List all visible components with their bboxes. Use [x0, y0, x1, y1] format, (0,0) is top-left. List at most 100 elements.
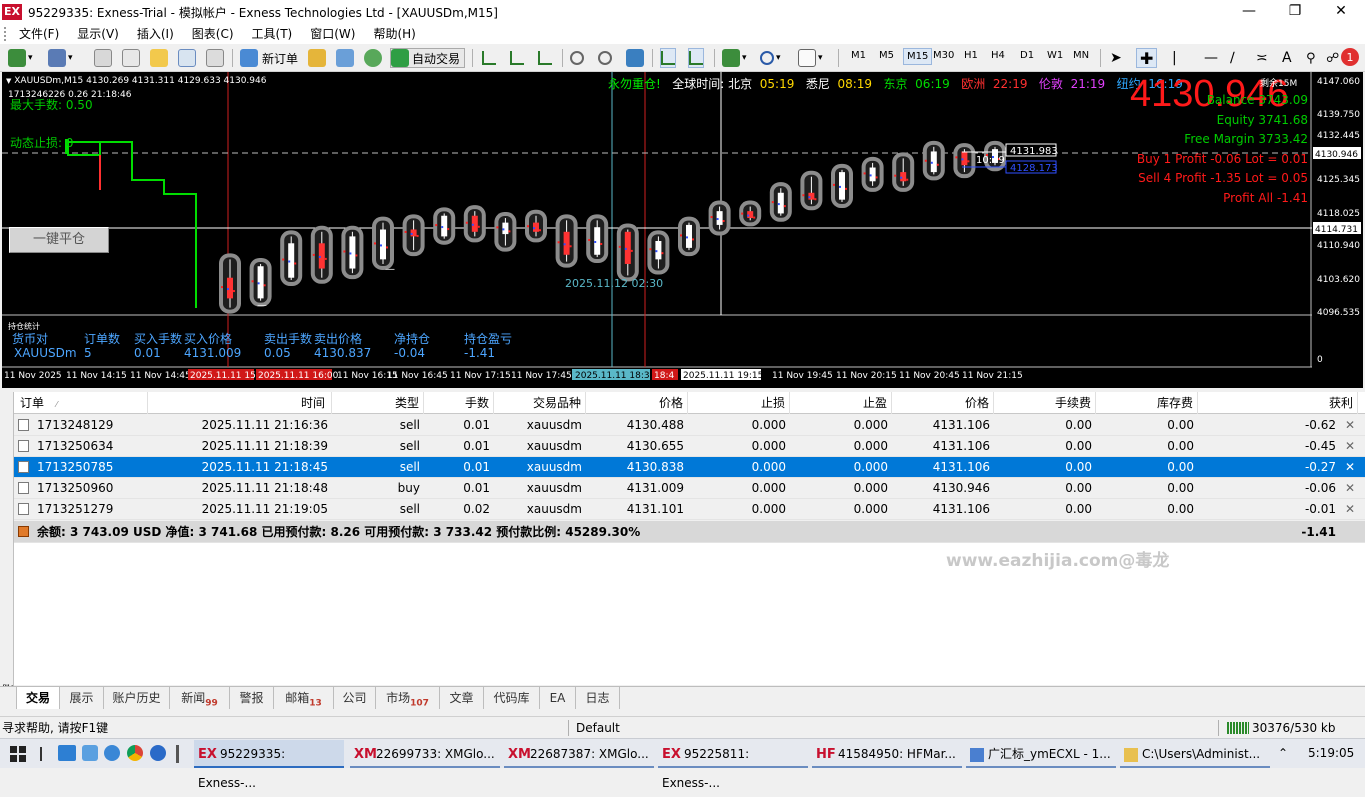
- navigator-button[interactable]: [150, 48, 168, 68]
- new-chart-button[interactable]: ▾: [8, 48, 33, 68]
- tab-articles[interactable]: 文章: [440, 687, 484, 709]
- chart-area[interactable]: — — 4131.983 4128.173 10:49 2025.11.12 0…: [2, 72, 1363, 388]
- chrome-icon[interactable]: [127, 745, 143, 761]
- tf-h1-button[interactable]: H1: [964, 50, 978, 61]
- notification-badge[interactable]: 1: [1341, 48, 1359, 66]
- tab-alerts[interactable]: 警报: [230, 687, 274, 709]
- menu-view[interactable]: 显示(V): [68, 24, 128, 44]
- taskbar-item[interactable]: EX 95225811: Exness-...: [658, 740, 808, 790]
- explorer-app-icon[interactable]: [82, 745, 98, 761]
- restore-icon[interactable]: ❐: [1272, 0, 1318, 24]
- templates-button[interactable]: ▾: [798, 48, 823, 68]
- tile-windows-button[interactable]: [626, 48, 644, 68]
- tab-trade[interactable]: 交易: [16, 687, 60, 709]
- taskbar-item[interactable]: HF 41584950: HFMar...: [812, 740, 962, 768]
- signals-button[interactable]: [364, 48, 382, 68]
- taskbar-item[interactable]: 广汇标_ymECXL - 1...: [966, 740, 1116, 768]
- tray-expand-icon[interactable]: ⌃: [1278, 746, 1288, 760]
- trade-row[interactable]: 1713250960 2025.11.11 21:18:48 buy 0.01 xauu…: [0, 478, 1365, 499]
- minimize-icon[interactable]: —: [1226, 0, 1272, 24]
- col-commission[interactable]: 手续费: [994, 392, 1096, 414]
- vertical-line-button[interactable]: |: [1172, 48, 1177, 68]
- app-icon[interactable]: [150, 745, 166, 761]
- menu-help[interactable]: 帮助(H): [364, 24, 424, 44]
- menu-file[interactable]: 文件(F): [10, 24, 68, 44]
- crosshair-button[interactable]: ✚: [1136, 48, 1158, 68]
- col-profit[interactable]: 获利: [1198, 392, 1358, 414]
- menu-insert[interactable]: 插入(I): [128, 24, 183, 44]
- channel-button[interactable]: ≍: [1256, 48, 1268, 68]
- col-current-price[interactable]: 价格: [892, 392, 994, 414]
- tf-mn-button[interactable]: MN: [1073, 50, 1089, 61]
- cursor-button[interactable]: ➤: [1110, 48, 1122, 68]
- col-stoploss[interactable]: 止损: [688, 392, 790, 414]
- close-order-icon[interactable]: ✕: [1343, 436, 1357, 457]
- trade-row[interactable]: 1713250634 2025.11.11 21:18:39 sell 0.01 xau…: [0, 436, 1365, 457]
- candle-chart-button[interactable]: [510, 48, 524, 68]
- windows-start-icon[interactable]: [10, 746, 26, 762]
- zoom-in-button[interactable]: [570, 48, 584, 68]
- trade-row[interactable]: 1713251279 2025.11.11 21:19:05 sell 0.02 xau…: [0, 499, 1365, 520]
- col-swap[interactable]: 库存费: [1096, 392, 1198, 414]
- col-order[interactable]: 订单 ⁄: [14, 392, 148, 414]
- auto-trading-button[interactable]: 自动交易: [390, 48, 466, 68]
- tf-m5-button[interactable]: M5: [879, 50, 894, 61]
- terminal-button[interactable]: [178, 48, 196, 68]
- new-order-button[interactable]: 新订单: [240, 48, 298, 68]
- tab-market[interactable]: 市场107: [376, 687, 440, 709]
- close-icon[interactable]: ✕: [1318, 0, 1364, 24]
- text-tool-button[interactable]: A: [1282, 48, 1292, 68]
- col-type[interactable]: 类型: [332, 392, 424, 414]
- market-button[interactable]: [336, 48, 354, 68]
- tf-m15-button[interactable]: M15: [903, 48, 933, 65]
- tester-button[interactable]: [206, 48, 224, 68]
- tab-journal[interactable]: 日志: [576, 687, 620, 709]
- tab-exposure[interactable]: 展示: [60, 687, 104, 709]
- taskbar-item[interactable]: XM22699733: XMGlo...: [350, 740, 500, 768]
- taskbar-item[interactable]: EX 95229335: Exness-...: [194, 740, 344, 790]
- tab-code-base[interactable]: 代码库: [484, 687, 540, 709]
- close-order-icon[interactable]: ✕: [1343, 499, 1357, 520]
- tab-account-history[interactable]: 账户历史: [104, 687, 170, 709]
- close-all-button[interactable]: 一键平仓: [9, 227, 109, 253]
- close-order-icon[interactable]: ✕: [1343, 415, 1357, 436]
- profiles-button[interactable]: ▾: [48, 48, 73, 68]
- tf-h4-button[interactable]: H4: [991, 50, 1005, 61]
- tab-news[interactable]: 新闻99: [170, 687, 230, 709]
- chart-shift-button[interactable]: [688, 48, 704, 68]
- taskbar-item[interactable]: C:\Users\Administ...: [1120, 740, 1270, 768]
- metaeditor-button[interactable]: [308, 48, 326, 68]
- taskbar-item[interactable]: XM22687387: XMGlo...: [504, 740, 654, 768]
- bar-chart-button[interactable]: [482, 48, 496, 68]
- desktop-icon[interactable]: [58, 745, 76, 761]
- tf-m30-button[interactable]: M30: [933, 50, 954, 61]
- browser-app-icon[interactable]: [104, 745, 120, 761]
- tab-company[interactable]: 公司: [334, 687, 376, 709]
- trade-row[interactable]: 1713250785 2025.11.11 21:18:45 sell 0.01 xau…: [0, 457, 1365, 478]
- menu-window[interactable]: 窗口(W): [301, 24, 364, 44]
- menu-charts[interactable]: 图表(C): [183, 24, 243, 44]
- indicators-button[interactable]: ▾: [722, 48, 747, 68]
- data-window-button[interactable]: [122, 48, 140, 68]
- tf-m1-button[interactable]: M1: [851, 50, 866, 61]
- close-order-icon[interactable]: ✕: [1343, 478, 1357, 499]
- community-button[interactable]: ☍: [1326, 48, 1339, 68]
- trade-row[interactable]: 1713248129 2025.11.11 21:16:36 sell 0.01 xau…: [0, 415, 1365, 436]
- autoscroll-button[interactable]: [660, 48, 676, 68]
- market-watch-button[interactable]: [94, 48, 112, 68]
- col-price[interactable]: 价格: [586, 392, 688, 414]
- zoom-out-button[interactable]: [598, 48, 612, 68]
- tf-d1-button[interactable]: D1: [1020, 50, 1034, 61]
- col-time[interactable]: 时间: [148, 392, 332, 414]
- col-takeprofit[interactable]: 止盈: [790, 392, 892, 414]
- horizontal-line-button[interactable]: —: [1204, 48, 1218, 68]
- tab-mailbox[interactable]: 邮箱13: [274, 687, 334, 709]
- close-order-icon[interactable]: ✕: [1343, 457, 1357, 478]
- col-symbol[interactable]: 交易品种: [494, 392, 586, 414]
- tab-experts[interactable]: EA: [540, 687, 576, 709]
- trendline-button[interactable]: ∕: [1230, 48, 1235, 68]
- line-chart-button[interactable]: [538, 48, 552, 68]
- tf-w1-button[interactable]: W1: [1047, 50, 1063, 61]
- periods-button[interactable]: ▾: [760, 48, 781, 68]
- search-button[interactable]: ⚲: [1306, 48, 1316, 68]
